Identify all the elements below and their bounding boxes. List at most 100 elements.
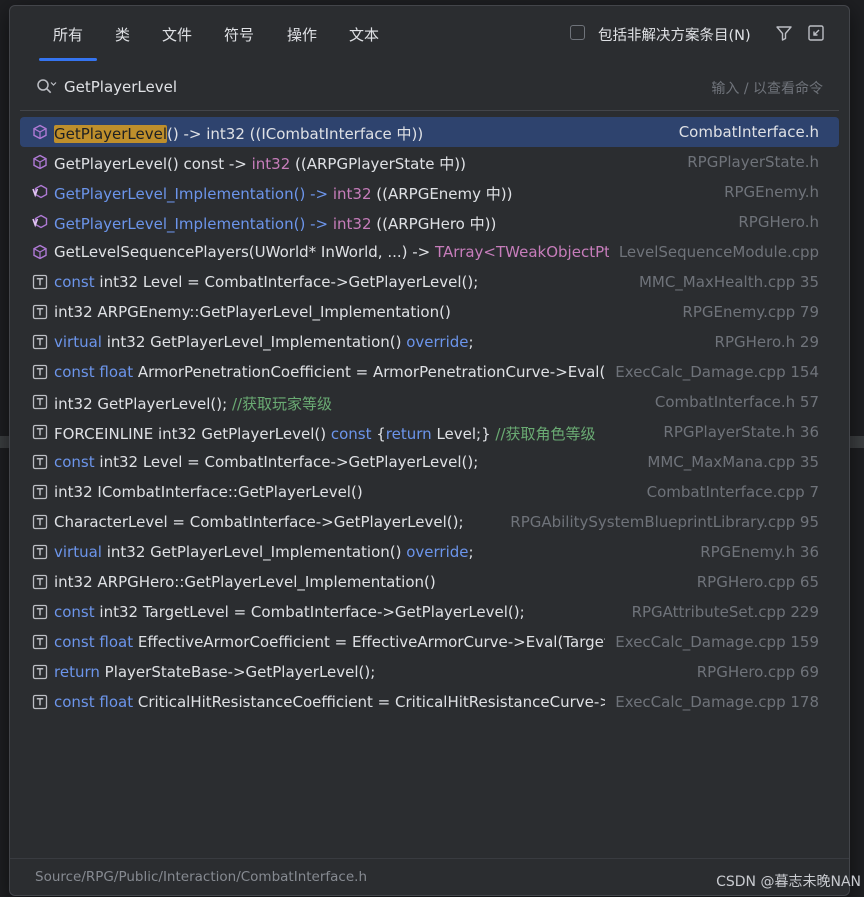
result-text-segment: GetPlayerLevel() const ->	[54, 155, 252, 173]
tab-actions[interactable]: 操作	[287, 24, 317, 45]
result-text: const float EffectiveArmorCoefficient = …	[54, 633, 605, 651]
result-location: RPGEnemy.h 36	[694, 543, 819, 561]
result-text-segment: ;	[468, 543, 474, 561]
text-icon	[32, 304, 48, 320]
method-icon	[32, 244, 48, 260]
result-location: RPGEnemy.cpp 79	[676, 303, 819, 321]
result-text-segment: const	[330, 425, 372, 443]
result-row[interactable]: ExecCalc_Damage.cpp 154 const float Armor…	[20, 357, 839, 387]
result-text-segment: const	[54, 273, 95, 291]
result-text: virtual int32 GetPlayerLevel_Implementat…	[54, 333, 474, 351]
result-text: const float ArmorPenetrationCoefficient …	[54, 363, 605, 381]
result-text-segment: const float	[54, 363, 134, 381]
result-location: CombatInterface.h 57	[648, 393, 819, 411]
include-non-solution-label[interactable]: 包括非解决方案条目(N)	[598, 24, 751, 45]
search-input[interactable]	[64, 74, 624, 100]
open-in-window-icon[interactable]	[807, 24, 825, 42]
result-row[interactable]: RPGAttributeSet.cpp 229 const int32 Targe…	[20, 597, 839, 627]
filter-icon[interactable]	[775, 24, 793, 42]
result-location: ExecCalc_Damage.cpp 178	[609, 693, 819, 711]
search-icon	[36, 78, 58, 96]
virtual-method-icon	[32, 184, 48, 200]
result-text-segment: virtual	[54, 543, 102, 561]
result-text-segment: () -> int32 ((ICombatInterface 中))	[167, 125, 424, 143]
result-text: int32 ARPGHero::GetPlayerLevel_Implement…	[54, 573, 436, 591]
result-text: int32 GetPlayerLevel(); //获取玩家等级	[54, 393, 332, 414]
result-text-segment: const	[54, 453, 95, 471]
text-icon	[32, 664, 48, 680]
results-list: CombatInterface.h GetPlayerLevel() -> int…	[20, 117, 839, 717]
result-location: RPGPlayerState.h 36	[657, 423, 819, 441]
result-location: LevelSequenceModule.cpp	[612, 243, 819, 261]
result-text-segment: TArray<TWeakObjectPtr<	[435, 243, 609, 261]
include-non-solution-checkbox[interactable]	[570, 25, 585, 40]
text-icon	[32, 514, 48, 530]
result-text-segment: GetLevelSequencePlayers(UWorld* InWorld,…	[54, 243, 436, 261]
result-text-segment: int32 TargetLevel = CombatInterface->Get…	[94, 603, 525, 621]
result-location: ExecCalc_Damage.cpp 154	[609, 363, 819, 381]
tab-symbols[interactable]: 符号	[224, 24, 254, 45]
result-location: CombatInterface.cpp 7	[640, 483, 819, 501]
editor-divider	[850, 436, 864, 448]
result-row[interactable]: ExecCalc_Damage.cpp 178 const float Criti…	[20, 687, 839, 717]
result-row[interactable]: LevelSequenceModule.cpp GetLevelSequenceP…	[20, 237, 839, 267]
result-row[interactable]: CombatInterface.cpp 7 int32 ICombatInterf…	[20, 477, 839, 507]
result-text: virtual int32 GetPlayerLevel_Implementat…	[54, 543, 474, 561]
result-text-segment: //获取玩家等级	[231, 395, 333, 413]
result-text-segment: Level;}	[431, 425, 496, 443]
tab-all[interactable]: 所有	[38, 24, 98, 61]
text-icon	[32, 634, 48, 650]
result-text-segment: CharacterLevel = CombatInterface->GetPla…	[54, 513, 464, 531]
text-icon	[32, 334, 48, 350]
result-row[interactable]: RPGPlayerState.h GetPlayerLevel() const -…	[20, 147, 839, 177]
result-text-segment: int32 GetPlayerLevel_Implementation()	[101, 333, 407, 351]
result-text: const int32 Level = CombatInterface->Get…	[54, 453, 478, 471]
result-location: MMC_MaxHealth.cpp 35	[632, 273, 819, 291]
tab-text[interactable]: 文本	[349, 24, 379, 45]
result-row[interactable]: CombatInterface.h GetPlayerLevel() -> int…	[20, 117, 839, 147]
result-text-segment: int32 GetPlayerLevel();	[54, 395, 232, 413]
result-location: RPGHero.h	[732, 213, 819, 231]
result-text-segment: {	[371, 425, 386, 443]
result-location: RPGHero.cpp 69	[690, 663, 819, 681]
result-text-segment: GetPlayerLevel	[54, 125, 168, 143]
result-row[interactable]: RPGHero.cpp 65 int32 ARPGHero::GetPlayerL…	[20, 567, 839, 597]
result-text-segment: ((ARPGPlayerState 中))	[290, 155, 466, 173]
result-text-segment: const float	[54, 693, 134, 711]
result-text-segment: const float	[54, 633, 134, 651]
result-text-segment: GetPlayerLevel_Implementation() ->	[54, 185, 333, 203]
result-row[interactable]: RPGHero.h GetPlayerLevel_Implementation()…	[20, 207, 839, 237]
result-location: RPGPlayerState.h	[681, 153, 819, 171]
result-text: const int32 TargetLevel = CombatInterfac…	[54, 603, 525, 621]
text-icon	[32, 424, 48, 440]
result-row[interactable]: RPGHero.cpp 69 return PlayerStateBase->Ge…	[20, 657, 839, 687]
text-icon	[32, 694, 48, 710]
virtual-method-icon	[32, 214, 48, 230]
result-row[interactable]: RPGEnemy.h 36 virtual int32 GetPlayerLeve…	[20, 537, 839, 567]
result-location: RPGHero.cpp 65	[690, 573, 819, 591]
result-row[interactable]: RPGEnemy.cpp 79 int32 ARPGEnemy::GetPlaye…	[20, 297, 839, 327]
result-row[interactable]: ExecCalc_Damage.cpp 159 const float Effec…	[20, 627, 839, 657]
result-text: int32 ARPGEnemy::GetPlayerLevel_Implemen…	[54, 303, 451, 321]
method-icon	[32, 124, 48, 140]
result-text-segment: int32	[332, 215, 372, 233]
result-text-segment: ArmorPenetrationCoefficient = ArmorPenet…	[133, 363, 606, 381]
result-row[interactable]: MMC_MaxHealth.cpp 35 const int32 Level = …	[20, 267, 839, 297]
result-text-segment: ((ARPGHero 中))	[371, 215, 497, 233]
result-text-segment: return	[54, 663, 100, 681]
result-row[interactable]: CombatInterface.h 57 int32 GetPlayerLevel…	[20, 387, 839, 417]
result-location: CombatInterface.h	[672, 123, 819, 141]
tab-files[interactable]: 文件	[162, 24, 192, 45]
result-text-segment: int32 Level = CombatInterface->GetPlayer…	[94, 273, 479, 291]
result-row[interactable]: MMC_MaxMana.cpp 35 const int32 Level = Co…	[20, 447, 839, 477]
text-icon	[32, 544, 48, 560]
result-text: const int32 Level = CombatInterface->Get…	[54, 273, 478, 291]
result-text-segment: int32	[251, 155, 291, 173]
result-row[interactable]: RPGEnemy.h GetPlayerLevel_Implementation(…	[20, 177, 839, 207]
tab-bar: 所有 类 文件 符号 操作 文本 包括非解决方案条目(N)	[10, 6, 849, 61]
tab-classes[interactable]: 类	[115, 24, 130, 45]
result-row[interactable]: RPGAbilitySystemBlueprintLibrary.cpp 95 C…	[20, 507, 839, 537]
result-text-segment: int32	[332, 185, 372, 203]
result-row[interactable]: RPGHero.h 29 virtual int32 GetPlayerLevel…	[20, 327, 839, 357]
result-row[interactable]: RPGPlayerState.h 36 FORCEINLINE int32 Get…	[20, 417, 839, 447]
